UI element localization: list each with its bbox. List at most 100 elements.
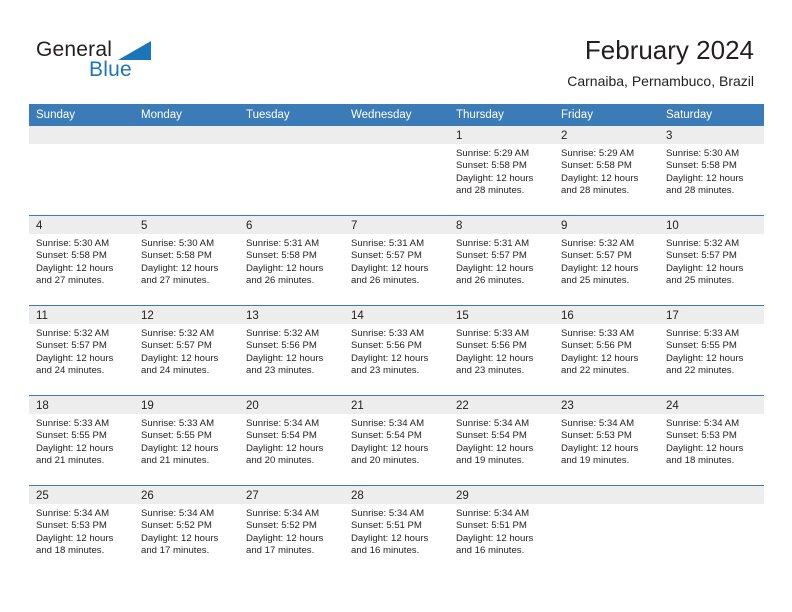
calendar-day-cell[interactable]: 6 Sunrise: 5:31 AM Sunset: 5:58 PM Daylight…	[239, 216, 344, 305]
day-number-band: 28	[344, 486, 449, 504]
daylight-text: Daylight: 12 hours	[456, 442, 534, 454]
calendar-day-cell-empty	[554, 486, 659, 575]
sunset-text: Sunset: 5:58 PM	[141, 250, 212, 262]
day-details: Sunrise: 5:30 AM Sunset: 5:58 PM Daylight:…	[29, 234, 134, 288]
sunset-text: Sunset: 5:57 PM	[36, 340, 107, 352]
sunset-text: Sunset: 5:57 PM	[351, 250, 422, 262]
calendar-day-cell[interactable]: 13 Sunrise: 5:32 AM Sunset: 5:56 PM Dayligh…	[239, 306, 344, 395]
day-details: Sunrise: 5:33 AM Sunset: 5:55 PM Daylight:…	[134, 414, 239, 468]
daylight-text-cont: and 28 minutes.	[666, 185, 735, 197]
day-number: 16	[561, 310, 574, 322]
calendar-day-cell[interactable]: 16 Sunrise: 5:33 AM Sunset: 5:56 PM Dayligh…	[554, 306, 659, 395]
calendar-day-cell[interactable]: 4 Sunrise: 5:30 AM Sunset: 5:58 PM Daylight…	[29, 216, 134, 305]
day-number: 13	[246, 310, 259, 322]
day-details: Sunrise: 5:33 AM Sunset: 5:55 PM Daylight:…	[659, 324, 764, 378]
weekday-header-wednesday: Wednesday	[351, 109, 412, 121]
calendar-day-cell[interactable]: 7 Sunrise: 5:31 AM Sunset: 5:57 PM Daylight…	[344, 216, 449, 305]
day-details	[239, 144, 344, 148]
day-number-band: 19	[134, 396, 239, 414]
day-number-band: 1	[449, 126, 554, 144]
calendar-day-cell[interactable]: 12 Sunrise: 5:32 AM Sunset: 5:57 PM Dayligh…	[134, 306, 239, 395]
calendar-day-cell[interactable]: 5 Sunrise: 5:30 AM Sunset: 5:58 PM Daylight…	[134, 216, 239, 305]
calendar-day-cell[interactable]: 9 Sunrise: 5:32 AM Sunset: 5:57 PM Daylight…	[554, 216, 659, 305]
sunset-text: Sunset: 5:57 PM	[141, 340, 212, 352]
daylight-text-cont: and 19 minutes.	[456, 455, 525, 467]
calendar-day-cell[interactable]: 8 Sunrise: 5:31 AM Sunset: 5:57 PM Daylight…	[449, 216, 554, 305]
day-number: 23	[561, 400, 574, 412]
calendar-day-cell[interactable]: 18 Sunrise: 5:33 AM Sunset: 5:55 PM Dayligh…	[29, 396, 134, 485]
calendar-day-cell[interactable]: 24 Sunrise: 5:34 AM Sunset: 5:53 PM Dayligh…	[659, 396, 764, 485]
day-number-band: 27	[239, 486, 344, 504]
day-details: Sunrise: 5:34 AM Sunset: 5:53 PM Daylight:…	[29, 504, 134, 558]
daylight-text: Daylight: 12 hours	[456, 172, 534, 184]
day-number-band: 3	[659, 126, 764, 144]
daylight-text: Daylight: 12 hours	[351, 352, 429, 364]
calendar-day-cell[interactable]: 22 Sunrise: 5:34 AM Sunset: 5:54 PM Dayligh…	[449, 396, 554, 485]
calendar-day-cell[interactable]: 20 Sunrise: 5:34 AM Sunset: 5:54 PM Dayligh…	[239, 396, 344, 485]
day-number: 18	[36, 400, 49, 412]
day-number-band: 12	[134, 306, 239, 324]
calendar-day-cell[interactable]: 17 Sunrise: 5:33 AM Sunset: 5:55 PM Dayligh…	[659, 306, 764, 395]
day-details	[659, 504, 764, 508]
calendar-week-row: 25 Sunrise: 5:34 AM Sunset: 5:53 PM Dayligh…	[29, 485, 764, 575]
sunset-text: Sunset: 5:53 PM	[561, 430, 632, 442]
day-details: Sunrise: 5:32 AM Sunset: 5:57 PM Daylight:…	[554, 234, 659, 288]
calendar-week-row: 18 Sunrise: 5:33 AM Sunset: 5:55 PM Dayligh…	[29, 395, 764, 485]
day-details: Sunrise: 5:34 AM Sunset: 5:51 PM Daylight:…	[344, 504, 449, 558]
sunset-text: Sunset: 5:55 PM	[141, 430, 212, 442]
daylight-text: Daylight: 12 hours	[666, 172, 744, 184]
daylight-text: Daylight: 12 hours	[561, 262, 639, 274]
sunset-text: Sunset: 5:52 PM	[246, 520, 317, 532]
day-number-band: 25	[29, 486, 134, 504]
daylight-text: Daylight: 12 hours	[351, 532, 429, 544]
sunset-text: Sunset: 5:58 PM	[561, 160, 632, 172]
calendar-day-cell[interactable]: 25 Sunrise: 5:34 AM Sunset: 5:53 PM Dayligh…	[29, 486, 134, 575]
day-number-band	[659, 486, 764, 504]
calendar-day-cell[interactable]: 29 Sunrise: 5:34 AM Sunset: 5:51 PM Dayligh…	[449, 486, 554, 575]
calendar-day-cell[interactable]: 1 Sunrise: 5:29 AM Sunset: 5:58 PM Daylight…	[449, 126, 554, 215]
day-number: 1	[456, 130, 463, 142]
daylight-text: Daylight: 12 hours	[36, 442, 114, 454]
sunset-text: Sunset: 5:52 PM	[141, 520, 212, 532]
day-number: 14	[351, 310, 364, 322]
day-details: Sunrise: 5:29 AM Sunset: 5:58 PM Daylight:…	[554, 144, 659, 198]
sunrise-text: Sunrise: 5:29 AM	[456, 148, 530, 159]
daylight-text-cont: and 24 minutes.	[36, 365, 105, 377]
day-number: 25	[36, 490, 49, 502]
calendar-day-cell[interactable]: 3 Sunrise: 5:30 AM Sunset: 5:58 PM Daylight…	[659, 126, 764, 215]
day-number-band: 24	[659, 396, 764, 414]
day-number-band: 11	[29, 306, 134, 324]
sunrise-text: Sunrise: 5:34 AM	[36, 508, 110, 519]
day-details: Sunrise: 5:30 AM Sunset: 5:58 PM Daylight:…	[134, 234, 239, 288]
calendar-day-cell[interactable]: 15 Sunrise: 5:33 AM Sunset: 5:56 PM Dayligh…	[449, 306, 554, 395]
calendar-day-cell[interactable]: 19 Sunrise: 5:33 AM Sunset: 5:55 PM Dayligh…	[134, 396, 239, 485]
calendar-week-row: 1 Sunrise: 5:29 AM Sunset: 5:58 PM Daylight…	[29, 126, 764, 215]
day-details: Sunrise: 5:33 AM Sunset: 5:55 PM Daylight:…	[29, 414, 134, 468]
calendar-day-cell[interactable]: 27 Sunrise: 5:34 AM Sunset: 5:52 PM Dayligh…	[239, 486, 344, 575]
sunrise-text: Sunrise: 5:31 AM	[246, 238, 320, 249]
calendar-day-cell[interactable]: 14 Sunrise: 5:33 AM Sunset: 5:56 PM Dayligh…	[344, 306, 449, 395]
day-details: Sunrise: 5:31 AM Sunset: 5:58 PM Daylight:…	[239, 234, 344, 288]
day-number: 5	[141, 220, 148, 232]
calendar-day-cell[interactable]: 10 Sunrise: 5:32 AM Sunset: 5:57 PM Dayligh…	[659, 216, 764, 305]
daylight-text-cont: and 23 minutes.	[246, 365, 315, 377]
weekday-header-friday: Friday	[561, 109, 593, 121]
day-number-band: 2	[554, 126, 659, 144]
sunrise-text: Sunrise: 5:33 AM	[351, 328, 425, 339]
daylight-text: Daylight: 12 hours	[351, 262, 429, 274]
daylight-text-cont: and 27 minutes.	[141, 275, 210, 287]
day-number-band: 23	[554, 396, 659, 414]
daylight-text-cont: and 24 minutes.	[141, 365, 210, 377]
day-number: 9	[561, 220, 568, 232]
calendar-day-cell[interactable]: 28 Sunrise: 5:34 AM Sunset: 5:51 PM Dayligh…	[344, 486, 449, 575]
calendar-day-cell[interactable]: 21 Sunrise: 5:34 AM Sunset: 5:54 PM Dayligh…	[344, 396, 449, 485]
daylight-text: Daylight: 12 hours	[246, 352, 324, 364]
day-number-band: 14	[344, 306, 449, 324]
calendar-day-cell[interactable]: 11 Sunrise: 5:32 AM Sunset: 5:57 PM Dayligh…	[29, 306, 134, 395]
calendar-day-cell[interactable]: 23 Sunrise: 5:34 AM Sunset: 5:53 PM Dayligh…	[554, 396, 659, 485]
calendar-day-cell[interactable]: 26 Sunrise: 5:34 AM Sunset: 5:52 PM Dayligh…	[134, 486, 239, 575]
day-number-band: 18	[29, 396, 134, 414]
daylight-text: Daylight: 12 hours	[141, 262, 219, 274]
calendar-day-cell[interactable]: 2 Sunrise: 5:29 AM Sunset: 5:58 PM Daylight…	[554, 126, 659, 215]
daylight-text-cont: and 23 minutes.	[456, 365, 525, 377]
